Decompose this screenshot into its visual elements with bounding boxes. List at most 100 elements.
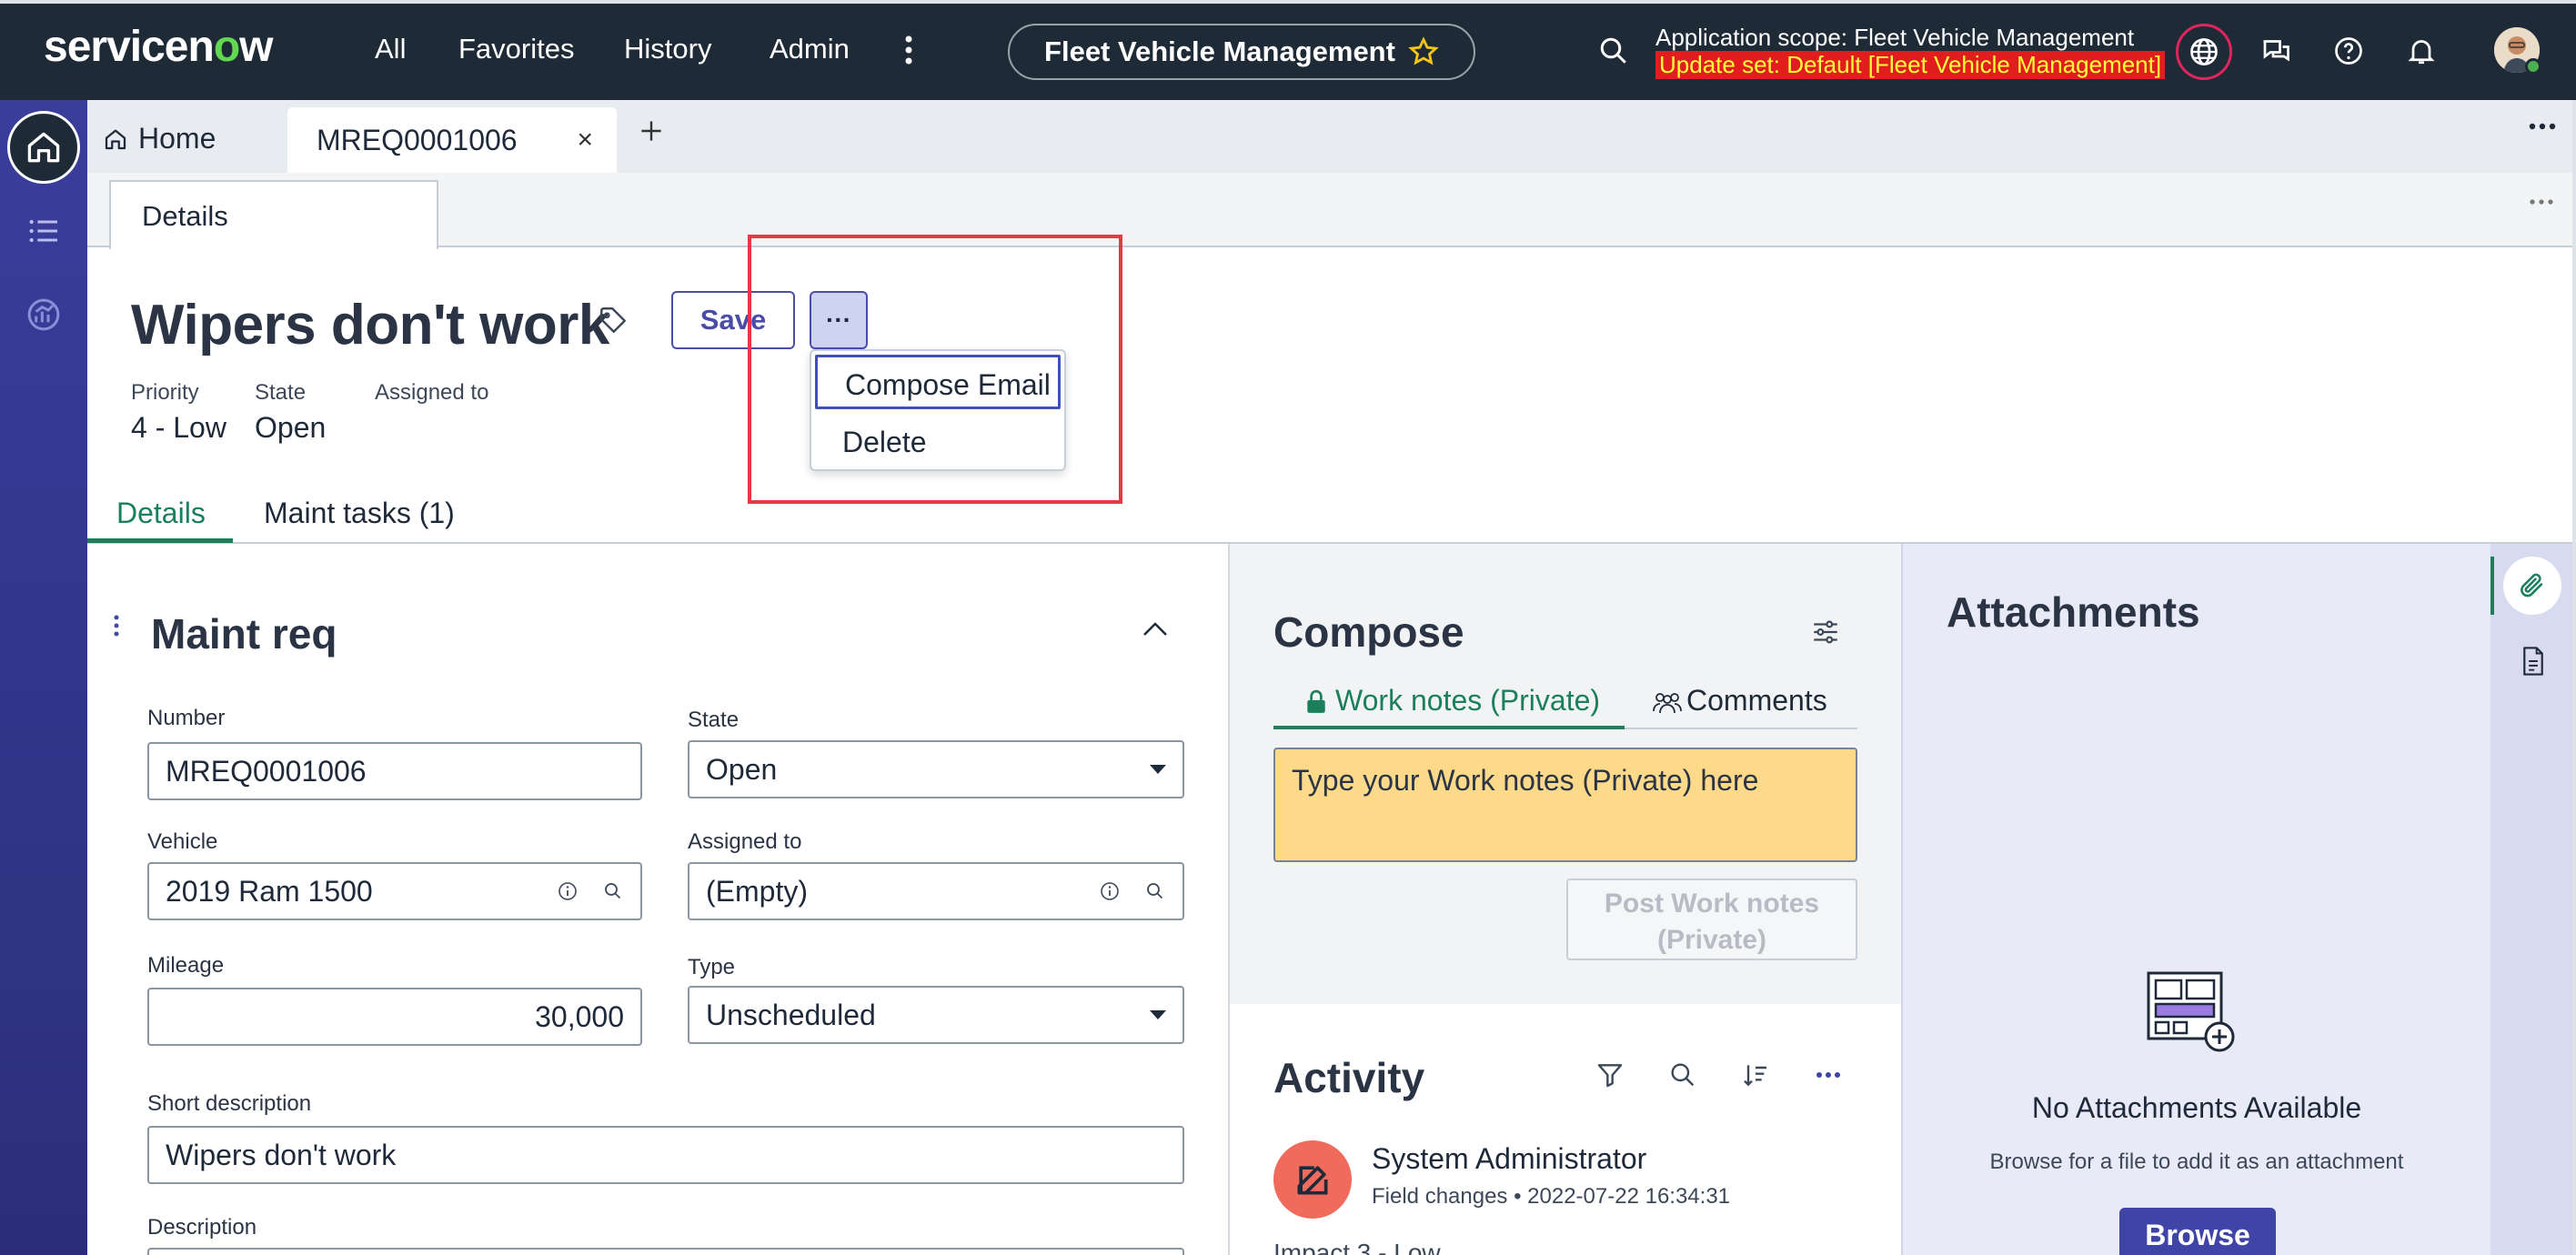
state-select[interactable]: Open — [688, 740, 1184, 798]
app-scope-pill[interactable]: Fleet Vehicle Management — [1008, 24, 1475, 80]
state-label: State — [688, 708, 740, 732]
caret-down-icon — [1150, 765, 1166, 774]
short-description-label: Short description — [147, 1091, 312, 1116]
assigned-to-label: Assigned to — [688, 829, 802, 854]
list-icon[interactable] — [25, 213, 62, 249]
meta-state-label: State — [255, 380, 307, 405]
subtab-strip — [87, 173, 2576, 247]
info-icon[interactable] — [1099, 880, 1121, 902]
bell-icon[interactable] — [2405, 35, 2438, 67]
panel-divider — [1228, 544, 1230, 1255]
people-icon — [1652, 689, 1683, 715]
nav-more-icon[interactable] — [904, 35, 913, 65]
paperclip-icon[interactable] — [2503, 557, 2561, 615]
meta-state-value: Open — [255, 411, 327, 444]
tab-maint-tasks[interactable]: Maint tasks (1) — [264, 497, 455, 530]
tab-comments[interactable]: Comments — [1686, 684, 1827, 718]
vehicle-field[interactable]: 2019 Ram 1500 — [147, 862, 642, 920]
activity-more-icon[interactable] — [1814, 1060, 1843, 1089]
edit-activity-icon — [1273, 1140, 1352, 1219]
servicenow-logo[interactable]: servicenow — [44, 22, 273, 72]
caret-down-icon — [1150, 1010, 1166, 1019]
attachments-panel — [1903, 544, 2490, 1255]
sort-icon[interactable] — [1741, 1060, 1770, 1089]
number-field[interactable]: MREQ0001006 — [147, 742, 642, 800]
mileage-field[interactable]: 30,000 — [147, 988, 642, 1046]
assigned-to-field[interactable]: (Empty) — [688, 862, 1184, 920]
no-attachments-hint: Browse for a file to add it as an attach… — [1989, 1150, 2404, 1174]
state-select-value: Open — [706, 752, 778, 786]
app-scope-label: Fleet Vehicle Management — [1044, 35, 1395, 67]
description-field[interactable] — [147, 1248, 1184, 1255]
tab-work-notes[interactable]: Work notes (Private) — [1335, 684, 1600, 718]
lookup-search-icon[interactable] — [1144, 880, 1166, 902]
close-icon[interactable]: × — [577, 125, 593, 156]
lookup-search-icon[interactable] — [602, 880, 624, 902]
post-button-line2: (Private) — [1656, 925, 1767, 955]
tab-record-label: MREQ0001006 — [317, 123, 518, 156]
search-icon[interactable] — [1597, 35, 1630, 67]
subtab-details[interactable]: Details — [109, 180, 438, 249]
new-tab-plus-icon[interactable] — [637, 116, 666, 146]
chevron-up-icon[interactable] — [1141, 618, 1170, 640]
search-icon[interactable] — [1668, 1060, 1697, 1089]
activity-author: System Administrator — [1372, 1142, 1647, 1175]
panel-divider — [1901, 544, 1903, 1255]
document-icon[interactable] — [2520, 646, 2547, 677]
short-description-field[interactable]: Wipers don't work — [147, 1126, 1184, 1184]
home-small-icon — [102, 126, 129, 153]
activity-meta: Field changes • 2022-07-22 16:34:31 — [1372, 1184, 1731, 1209]
side-rail-active-indicator — [2490, 557, 2494, 615]
highlight-box — [748, 235, 1122, 504]
description-label: Description — [147, 1215, 257, 1240]
filter-icon[interactable] — [1595, 1060, 1625, 1089]
form-section-title: Maint req — [151, 610, 337, 658]
type-label: Type — [688, 955, 736, 979]
activity-field-change-row: Impact 3 - Low — [1273, 1239, 1441, 1255]
left-nav-rail — [0, 100, 87, 1255]
nav-favorites[interactable]: Favorites — [458, 33, 574, 65]
update-set-text[interactable]: Update set: Default [Fleet Vehicle Manag… — [1655, 51, 2166, 79]
compose-tabs-divider — [1625, 728, 1857, 729]
tab-record[interactable]: MREQ0001006 × — [287, 107, 617, 173]
post-work-notes-button[interactable]: Post Work notes (Private) — [1566, 878, 1857, 960]
nav-history[interactable]: History — [624, 33, 711, 65]
tab-details[interactable]: Details — [116, 497, 206, 530]
vehicle-label: Vehicle — [147, 829, 218, 854]
globe-icon[interactable] — [2176, 24, 2232, 80]
post-button-line1: Post Work notes — [1604, 889, 1820, 919]
record-title: Wipers don't work — [131, 294, 609, 356]
sliders-icon[interactable] — [1810, 617, 1841, 648]
tag-icon[interactable] — [597, 304, 629, 336]
nav-all[interactable]: All — [375, 33, 406, 65]
form-menu-icon[interactable] — [113, 615, 120, 637]
tab-home-label: Home — [138, 122, 216, 155]
help-icon[interactable] — [2332, 35, 2365, 67]
home-icon[interactable] — [7, 111, 80, 184]
compose-title: Compose — [1273, 608, 1464, 656]
browse-button[interactable]: Browse — [2119, 1208, 2276, 1255]
analytics-icon[interactable] — [25, 296, 62, 333]
application-scope-text: Application scope: Fleet Vehicle Managem… — [1655, 24, 2135, 51]
type-select-value: Unscheduled — [706, 998, 876, 1031]
number-label: Number — [147, 706, 226, 730]
star-icon[interactable] — [1408, 36, 1439, 67]
subtab-more-icon[interactable] — [2529, 198, 2554, 206]
lock-icon — [1304, 689, 1328, 715]
vehicle-value: 2019 Ram 1500 — [166, 874, 373, 908]
meta-assigned-label: Assigned to — [375, 380, 489, 405]
active-tab-underline — [87, 538, 233, 543]
tab-home[interactable]: Home — [102, 122, 216, 156]
mileage-label: Mileage — [147, 953, 225, 978]
meta-priority-label: Priority — [131, 380, 199, 405]
info-icon[interactable] — [557, 880, 579, 902]
online-status-dot — [2525, 58, 2541, 75]
work-notes-textarea[interactable]: Type your Work notes (Private) here — [1273, 748, 1857, 862]
nav-admin[interactable]: Admin — [770, 33, 850, 65]
activity-title: Activity — [1273, 1054, 1425, 1101]
attachments-title: Attachments — [1947, 588, 2200, 636]
chat-icon[interactable] — [2259, 35, 2292, 67]
type-select[interactable]: Unscheduled — [688, 986, 1184, 1044]
active-compose-tab-underline — [1273, 726, 1625, 729]
tabs-more-icon[interactable] — [2529, 122, 2556, 131]
